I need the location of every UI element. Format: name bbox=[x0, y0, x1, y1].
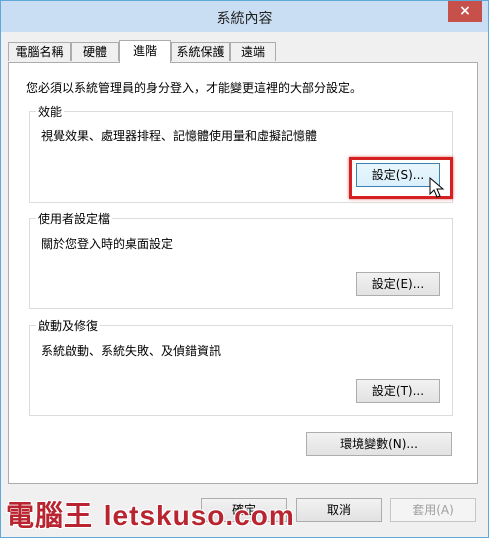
cancel-button[interactable]: 取消 bbox=[296, 498, 382, 522]
performance-group-title: 效能 bbox=[36, 103, 65, 120]
apply-button[interactable]: 套用(A) bbox=[390, 498, 476, 522]
tab-advanced[interactable]: 進階 bbox=[119, 40, 171, 63]
close-icon: × bbox=[459, 3, 471, 19]
user-profiles-settings-button[interactable]: 設定(E)... bbox=[356, 272, 440, 296]
window-title: 系統內容 bbox=[216, 11, 273, 27]
startup-recovery-settings-button[interactable]: 設定(T)... bbox=[356, 379, 440, 403]
startup-recovery-group-title: 啟動及修復 bbox=[36, 317, 101, 334]
user-profiles-description: 關於您登入時的桌面設定 bbox=[41, 237, 174, 251]
performance-description: 視覺效果、處理器排程、記憶體使用量和虛擬記憶體 bbox=[41, 129, 318, 143]
tab-system-protection[interactable]: 系統保護 bbox=[171, 42, 230, 61]
tab-hardware[interactable]: 硬體 bbox=[71, 42, 119, 61]
mouse-cursor-icon bbox=[429, 177, 445, 198]
admin-notice: 您必須以系統管理員的身分登入，才能變更這裡的大部分設定。 bbox=[26, 81, 363, 95]
tab-remote[interactable]: 遠端 bbox=[230, 42, 276, 61]
title-bar[interactable]: 系統內容 × bbox=[1, 1, 488, 32]
site-watermark: 電腦王 letskuso.com bbox=[6, 494, 295, 534]
tab-computer-name[interactable]: 電腦名稱 bbox=[8, 42, 71, 61]
user-profiles-group-title: 使用者設定檔 bbox=[36, 210, 113, 227]
close-button[interactable]: × bbox=[448, 1, 482, 22]
watermark-cjk: 電腦王 bbox=[6, 499, 94, 532]
startup-recovery-description: 系統啟動、系統失敗、及偵錯資訊 bbox=[41, 344, 222, 358]
watermark-domain: letskuso.com bbox=[103, 500, 295, 531]
environment-variables-button[interactable]: 環境變數(N)... bbox=[306, 432, 452, 456]
